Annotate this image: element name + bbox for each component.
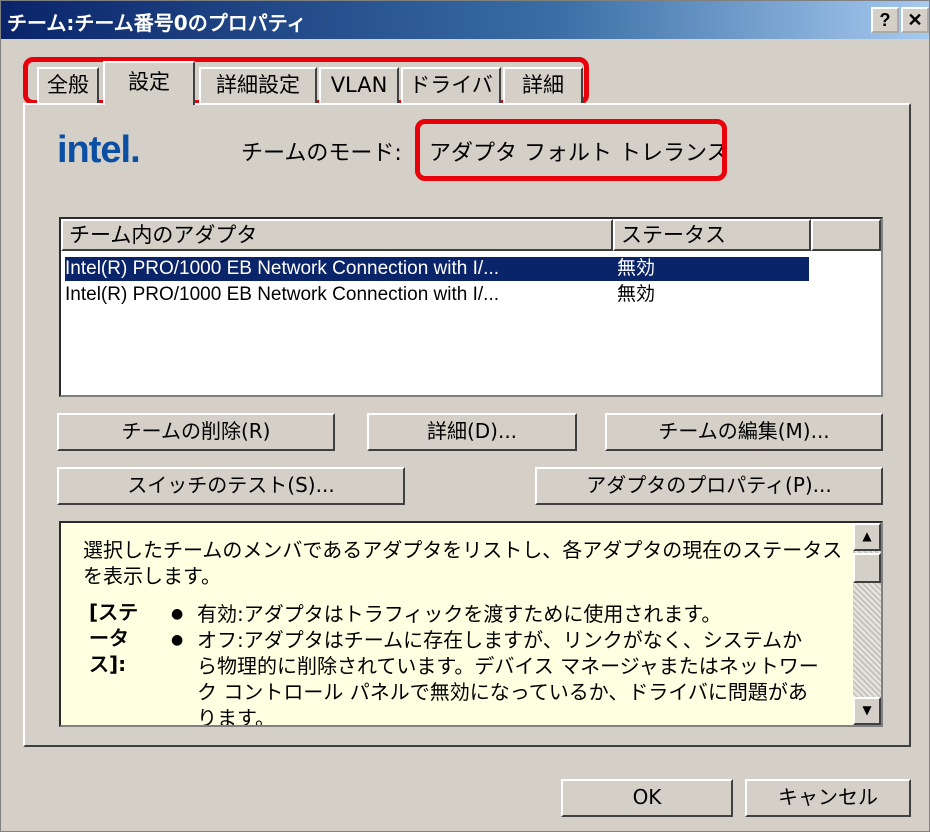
team-mode-label: チームのモード: <box>241 141 402 166</box>
list-item: 有効:アダプタはトラフィックを渡すために使用されます。 <box>171 601 821 627</box>
help-text-box[interactable]: 選択したチームのメンバであるアダプタをリストし、各アダプタの現在のステータスを表… <box>59 521 883 727</box>
adapters-list-header: チーム内のアダプタ ステータス <box>61 219 881 251</box>
scroll-down-icon[interactable]: ▼ <box>853 697 881 725</box>
help-intro: 選択したチームのメンバであるアダプタをリストし、各アダプタの現在のステータスを表… <box>83 538 843 588</box>
adapters-list[interactable]: チーム内のアダプタ ステータス Intel(R) PRO/1000 EB Net… <box>59 217 883 397</box>
title-bar[interactable]: チーム:チーム番号0のプロパティ ? ✕ <box>1 1 929 39</box>
status-heading: [ステータス]: <box>89 600 139 676</box>
window-title: チーム:チーム番号0のプロパティ <box>7 11 307 35</box>
tab-vlan[interactable]: VLAN <box>319 67 399 103</box>
table-row[interactable]: Intel(R) PRO/1000 EB Network Connection … <box>65 257 809 281</box>
intel-logo-icon: intel. <box>57 129 141 171</box>
tab-general[interactable]: 全般 <box>37 67 99 103</box>
team-properties-dialog: チーム:チーム番号0のプロパティ ? ✕ 全般 設定 詳細設定 VLAN ドライ… <box>0 0 930 832</box>
scroll-up-icon[interactable]: ▲ <box>853 523 881 551</box>
table-row[interactable]: Intel(R) PRO/1000 EB Network Connection … <box>65 283 809 307</box>
help-scrollbar[interactable]: ▲ ▼ <box>853 523 881 725</box>
adapter-name: Intel(R) PRO/1000 EB Network Connection … <box>65 258 500 279</box>
details-button[interactable]: 詳細(D)... <box>367 413 577 451</box>
column-header-empty <box>811 219 881 251</box>
column-header-adapter[interactable]: チーム内のアダプタ <box>61 219 613 251</box>
status-bullets: 有効:アダプタはトラフィックを渡すために使用されます。 オフ:アダプタはチームに… <box>171 601 821 725</box>
help-icon[interactable]: ? <box>871 7 899 33</box>
tab-driver[interactable]: ドライバ <box>401 67 501 103</box>
tab-details[interactable]: 詳細 <box>503 67 583 103</box>
list-item: オフ:アダプタはチームに存在しますが、リンクがなく、システムから物理的に削除され… <box>171 627 821 725</box>
scroll-thumb[interactable] <box>853 553 881 583</box>
adapter-status: 無効 <box>617 258 656 279</box>
ok-button[interactable]: OK <box>561 779 733 817</box>
test-switch-button[interactable]: スイッチのテスト(S)... <box>57 467 405 505</box>
cancel-button[interactable]: キャンセル <box>745 779 911 817</box>
adapter-properties-button[interactable]: アダプタのプロパティ(P)... <box>535 467 883 505</box>
close-icon[interactable]: ✕ <box>901 7 929 33</box>
column-header-status[interactable]: ステータス <box>613 219 811 251</box>
adapter-status: 無効 <box>617 284 656 305</box>
team-mode-highlight <box>415 119 727 181</box>
tab-advanced[interactable]: 詳細設定 <box>199 67 317 103</box>
edit-team-button[interactable]: チームの編集(M)... <box>605 413 883 451</box>
adapter-name: Intel(R) PRO/1000 EB Network Connection … <box>65 284 500 305</box>
tab-settings[interactable]: 設定 <box>103 61 195 105</box>
remove-team-button[interactable]: チームの削除(R) <box>57 413 335 451</box>
